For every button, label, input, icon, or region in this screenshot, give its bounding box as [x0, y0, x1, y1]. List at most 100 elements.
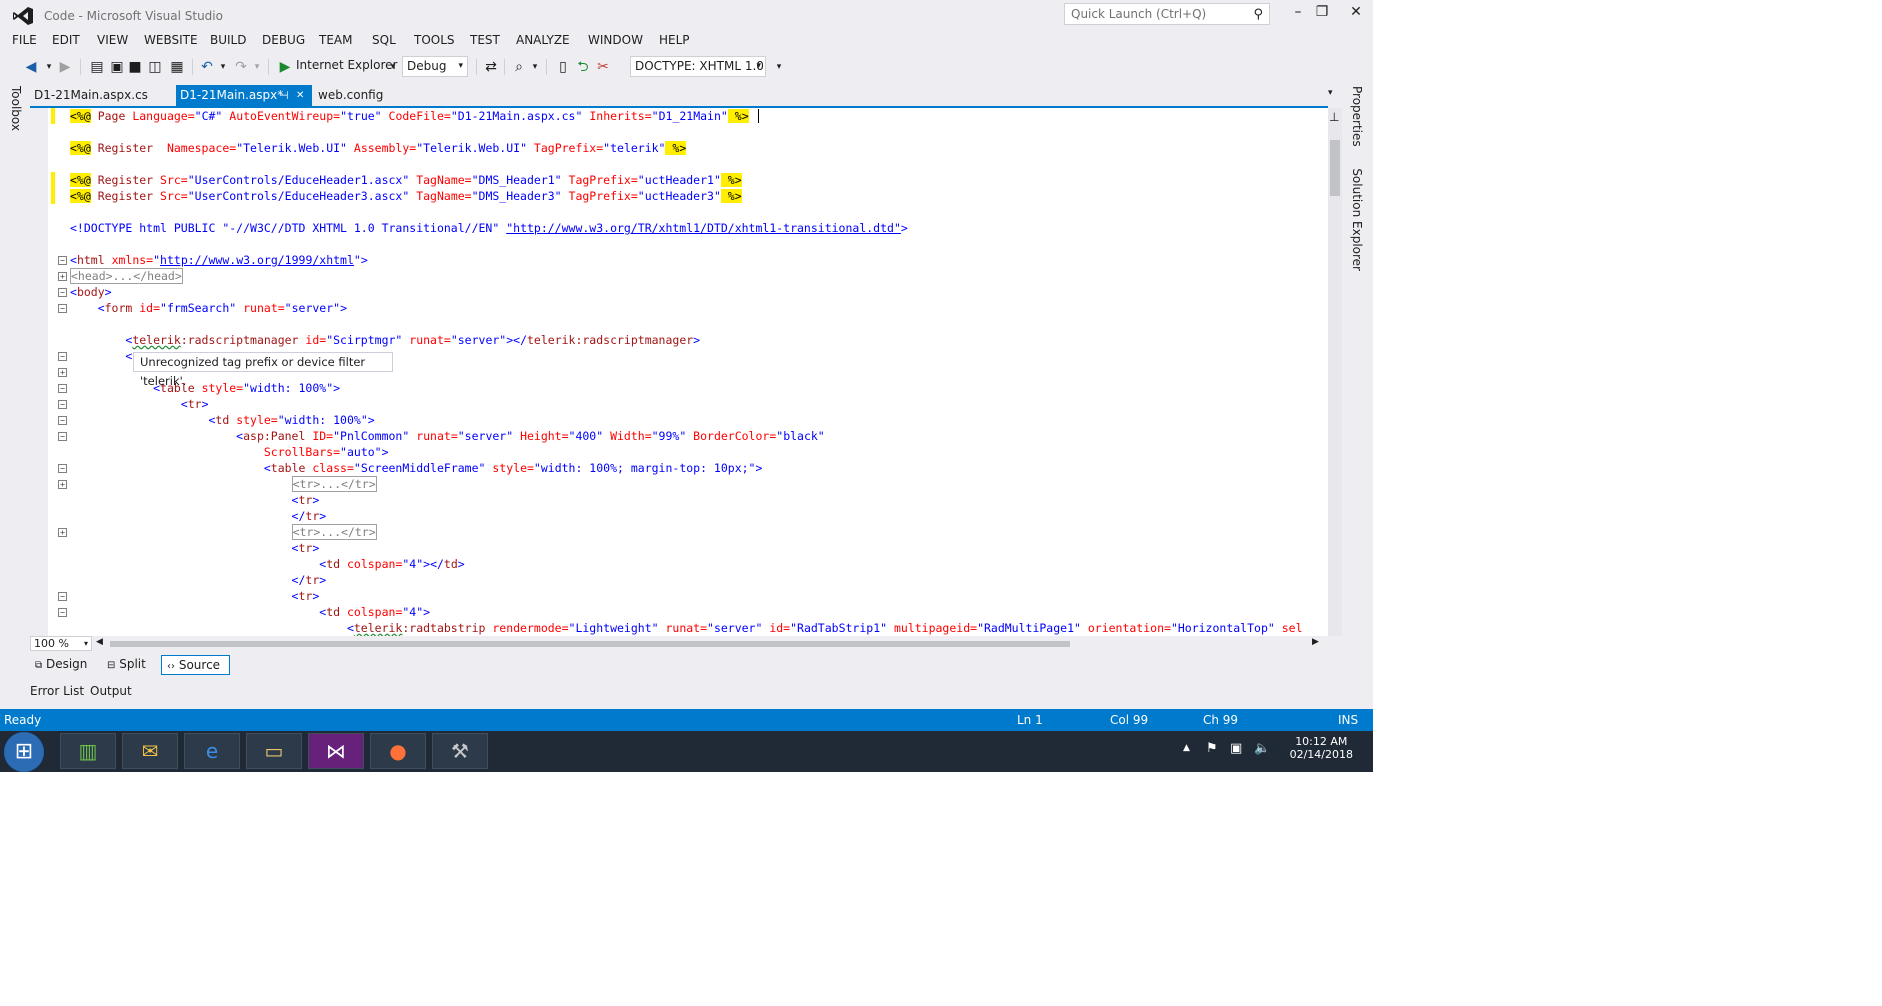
menu-team[interactable]: TEAM [319, 33, 352, 47]
code-line[interactable]: <body> [70, 284, 112, 300]
tab-d1-21main-aspx[interactable]: D1-21Main.aspx* ⊣ ✕ [176, 85, 312, 106]
run-target-label[interactable]: Internet Explorer [296, 58, 397, 72]
firefox-icon[interactable]: ● [370, 733, 426, 769]
collapse-toggle-icon[interactable]: − [58, 304, 67, 313]
xmlns-link[interactable]: http://www.w3.org/1999/xhtml [160, 253, 354, 267]
system-clock[interactable]: 10:12 AM 02/14/2018 [1290, 735, 1353, 761]
menu-view[interactable]: VIEW [97, 33, 128, 47]
menu-debug[interactable]: DEBUG [262, 33, 305, 47]
show-hidden-icons-icon[interactable]: ▲ [1183, 743, 1190, 753]
tab-web-config[interactable]: web.config [314, 85, 387, 106]
network-flag-icon[interactable]: ⚑ [1206, 741, 1218, 756]
scroll-left-icon[interactable]: ◀ [96, 637, 103, 647]
collapse-toggle-icon[interactable]: − [58, 288, 67, 297]
quick-launch-input[interactable]: Quick Launch (Ctrl+Q) ⚲ [1064, 3, 1270, 25]
collapse-toggle-icon[interactable]: − [58, 416, 67, 425]
code-line[interactable]: <telerik:radscriptmanager id="Scirptmgr"… [70, 332, 700, 348]
menu-build[interactable]: BUILD [210, 33, 246, 47]
code-line[interactable]: <td colspan="4"> [70, 604, 430, 620]
run-target-dropdown-icon[interactable]: ▾ [384, 58, 402, 76]
browser-link-icon[interactable]: ⇄ [482, 58, 500, 76]
task-manager-icon[interactable]: ▥ [60, 733, 116, 769]
horizontal-scroll-thumb[interactable] [110, 641, 1070, 647]
properties-panel-tab[interactable]: Properties [1350, 86, 1364, 147]
network-icon[interactable]: ▣ [1230, 741, 1242, 756]
clear-icon[interactable]: ✂ [594, 58, 612, 76]
file-explorer-icon[interactable]: ▭ [246, 733, 302, 769]
solution-explorer-panel-tab[interactable]: Solution Explorer [1350, 168, 1364, 271]
expand-toggle-icon[interactable]: + [58, 528, 67, 537]
volume-muted-icon[interactable]: 🔈 [1254, 741, 1270, 756]
redo-dropdown-icon[interactable]: ▾ [248, 58, 266, 76]
code-line[interactable]: <td style="width: 100%"> [70, 412, 374, 428]
source-view-button[interactable]: ‹› Source [161, 655, 230, 675]
collapse-toggle-icon[interactable]: − [58, 432, 67, 441]
expand-toggle-icon[interactable]: + [58, 368, 67, 377]
code-line[interactable]: <table style="width: 100%"> [70, 380, 340, 396]
menu-file[interactable]: FILE [12, 33, 37, 47]
code-line[interactable]: <html xmlns="http://www.w3.org/1999/xhtm… [70, 252, 368, 268]
find-dropdown-icon[interactable]: ▾ [526, 58, 544, 76]
search-icon[interactable]: ⚲ [1253, 7, 1263, 22]
collapsed-region[interactable]: <tr>...</tr> [291, 524, 377, 540]
vertical-scroll-thumb[interactable] [1330, 140, 1340, 196]
code-line[interactable]: <tr>...</tr> [70, 524, 377, 540]
close-tab-icon[interactable]: ✕ [296, 85, 304, 106]
code-line[interactable]: <asp:Panel ID="PnlCommon" runat="server"… [70, 428, 825, 444]
close-button[interactable]: ✕ [1344, 4, 1368, 20]
design-view-button[interactable]: ⧉ Design [30, 655, 98, 675]
internet-explorer-icon[interactable]: e [184, 733, 240, 769]
doctype-select[interactable]: DOCTYPE: XHTML 1.0 ▾ [630, 56, 766, 77]
forward-icon[interactable]: ▶ [56, 58, 74, 76]
code-line[interactable]: <%@ Register Src="UserControls/EduceHead… [70, 188, 742, 204]
code-line[interactable]: <tr>...</tr> [70, 476, 377, 492]
collapse-toggle-icon[interactable]: − [58, 384, 67, 393]
code-line[interactable]: <td colspan="4"></td> [70, 556, 464, 572]
code-line[interactable]: <head>...</head> [70, 268, 183, 284]
menu-test[interactable]: TEST [470, 33, 500, 47]
zoom-select[interactable]: 100 % ▾ [30, 636, 92, 651]
tab-d1-21main-aspx-cs[interactable]: D1-21Main.aspx.cs [30, 85, 152, 106]
maximize-button[interactable]: ❐ [1310, 4, 1334, 20]
menu-analyze[interactable]: ANALYZE [516, 33, 570, 47]
code-line[interactable]: ScrollBars="auto"> [70, 444, 389, 460]
menu-edit[interactable]: EDIT [52, 33, 80, 47]
back-icon[interactable]: ◀ [22, 58, 40, 76]
collapse-toggle-icon[interactable]: − [58, 256, 67, 265]
start-debugging-icon[interactable]: ▶ [276, 58, 294, 76]
code-line[interactable]: <tr> [70, 588, 320, 604]
tools-icon[interactable]: ⚒ [432, 733, 488, 769]
new-project-icon[interactable]: ▤ [88, 58, 106, 76]
start-button-icon[interactable]: ⊞ [4, 732, 44, 772]
configuration-select[interactable]: Debug ▾ [402, 56, 468, 77]
tab-list-dropdown-icon[interactable]: ▾ [1328, 88, 1333, 98]
code-line[interactable]: <%@ Page Language="C#" AutoEventWireup="… [70, 108, 749, 124]
menu-help[interactable]: HELP [659, 33, 690, 47]
menu-sql[interactable]: SQL [372, 33, 396, 47]
code-line[interactable]: < [70, 348, 132, 364]
code-line[interactable]: <tr> [70, 540, 320, 556]
document-icon[interactable]: ▯ [554, 58, 572, 76]
code-line[interactable]: </tr> [70, 572, 327, 588]
split-view-button[interactable]: ⊟ Split [102, 655, 162, 675]
code-line[interactable]: <form id="frmSearch" runat="server"> [70, 300, 347, 316]
navigate-back-icon[interactable]: ⮌ [574, 58, 592, 76]
code-line[interactable]: <!DOCTYPE html PUBLIC "-//W3C//DTD XHTML… [70, 220, 908, 236]
expand-toggle-icon[interactable]: + [58, 272, 67, 281]
scroll-right-icon[interactable]: ▶ [1312, 637, 1319, 647]
menu-tools[interactable]: TOOLS [414, 33, 455, 47]
code-line[interactable]: <%@ Register Namespace="Telerik.Web.UI" … [70, 140, 687, 156]
collapse-toggle-icon[interactable]: − [58, 592, 67, 601]
split-editor-icon[interactable]: ⊥ [1329, 110, 1339, 124]
code-line[interactable]: </tr> [70, 508, 327, 524]
visual-studio-taskbar-icon[interactable]: ⋈ [308, 733, 364, 769]
code-line[interactable]: <telerik:radtabstrip rendermode="Lightwe… [70, 620, 1326, 636]
collapse-toggle-icon[interactable]: − [58, 464, 67, 473]
pin-tab-icon[interactable]: ⊣ [279, 85, 289, 106]
save-icon[interactable]: ■ [126, 58, 144, 76]
expand-toggle-icon[interactable]: + [58, 480, 67, 489]
output-tab[interactable]: Output [90, 684, 132, 698]
toolbar-options-icon[interactable]: ▾ [770, 58, 788, 76]
code-line[interactable]: <tr> [70, 396, 209, 412]
code-line[interactable]: <tr> [70, 492, 320, 508]
